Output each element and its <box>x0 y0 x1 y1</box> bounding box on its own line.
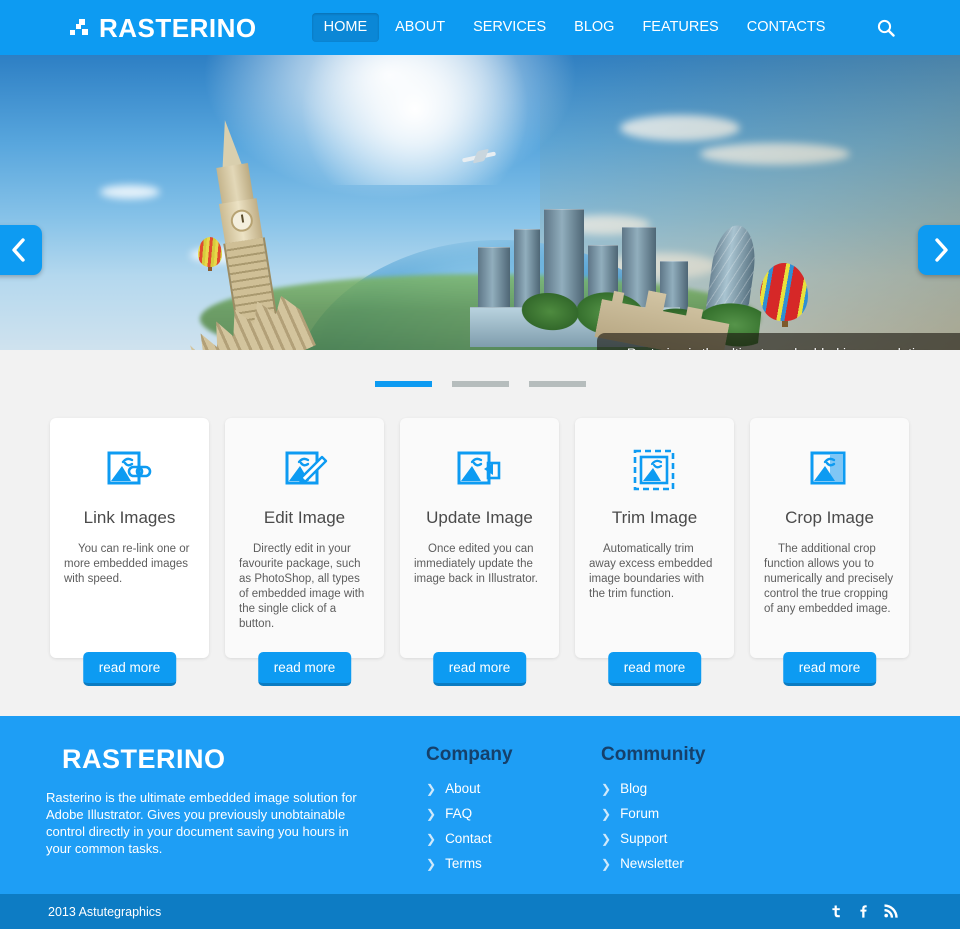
logo-text: RASTERINO <box>99 12 257 43</box>
read-more-button-update-image[interactable]: read more <box>432 652 527 686</box>
pager-bar-2[interactable] <box>451 381 509 387</box>
footer-link-contact[interactable]: ❯ Contact <box>426 831 601 846</box>
pager-bar-1[interactable] <box>374 381 432 387</box>
footer-link-label: Blog <box>620 781 648 796</box>
pager-bar-3[interactable] <box>528 381 586 387</box>
chevron-right-icon: ❯ <box>426 806 437 821</box>
footer-link-blog[interactable]: ❯ Blog <box>601 781 801 796</box>
footer-link-label: Terms <box>445 856 482 871</box>
raster-dots-icon <box>70 18 90 37</box>
site-logo[interactable]: RASTERINO <box>70 15 257 41</box>
feature-card-title: Trim Image <box>611 508 698 527</box>
slider-prev-button[interactable] <box>0 225 42 275</box>
footer-link-support[interactable]: ❯ Support <box>601 831 801 846</box>
feature-card-text: The additional crop function allows you … <box>764 543 894 615</box>
main-navigation: HOME ABOUT SERVICES BLOG FEATURES CONTAC… <box>311 12 838 43</box>
feature-card-text: Directly edit in your favourite package,… <box>239 543 365 630</box>
feature-card-link-images: Link Images You can re-link one or more … <box>50 418 209 686</box>
hero-slider: Rasterino is the ultimate embedded image… <box>0 55 960 350</box>
link-images-icon <box>106 448 154 492</box>
search-icon[interactable] <box>873 15 899 41</box>
site-footer: RASTERINO Rasterino is the ultimate embe… <box>0 716 960 894</box>
feature-card-title: Crop Image <box>785 508 874 527</box>
footer-link-about[interactable]: ❯ About <box>426 781 601 796</box>
trim-image-icon <box>631 448 679 492</box>
nav-item-features[interactable]: FEATURES <box>630 13 730 43</box>
footer-link-faq[interactable]: ❯ FAQ <box>426 806 601 821</box>
footer-logo-text: RASTERINO <box>62 744 226 774</box>
social-links <box>828 904 898 920</box>
nav-item-contacts[interactable]: CONTACTS <box>735 13 838 43</box>
feature-card-title: Edit Image <box>263 508 346 527</box>
page-root: RASTERINO HOME ABOUT SERVICES BLOG FEATU… <box>0 0 960 940</box>
footer-link-label: Forum <box>620 806 660 821</box>
feature-card-trim-image: Trim Image Automatically trim away exces… <box>575 418 734 686</box>
nav-item-about[interactable]: ABOUT <box>383 13 457 43</box>
copyright-bar: 2013 Astutegraphics <box>0 894 960 929</box>
footer-link-label: Newsletter <box>620 856 684 871</box>
chevron-right-icon: ❯ <box>601 831 612 846</box>
read-more-button-edit-image[interactable]: read more <box>257 652 352 686</box>
feature-card-title: Update Image <box>426 508 533 527</box>
chevron-left-icon <box>12 238 25 262</box>
footer-link-label: About <box>445 781 481 796</box>
feature-card-edit-image: Edit Image Directly edit in your favouri… <box>225 418 384 686</box>
footer-link-label: FAQ <box>445 806 473 821</box>
chevron-right-icon: ❯ <box>426 831 437 846</box>
footer-link-label: Support <box>620 831 668 846</box>
footer-about: RASTERINO Rasterino is the ultimate embe… <box>46 744 426 894</box>
nav-item-home[interactable]: HOME <box>311 12 380 43</box>
slider-next-button[interactable] <box>918 225 960 275</box>
read-more-button-link-images[interactable]: read more <box>82 652 177 686</box>
footer-link-terms[interactable]: ❯ Terms <box>426 856 601 871</box>
chevron-right-icon: ❯ <box>426 781 437 796</box>
feature-card-crop-image: Crop Image The additional crop function … <box>750 418 909 686</box>
twitter-icon[interactable] <box>828 904 844 920</box>
rss-icon[interactable] <box>882 904 898 920</box>
slider-pagination <box>0 350 960 418</box>
chevron-right-icon: ❯ <box>601 781 612 796</box>
slide-caption: Rasterino is the ultimate embedded image… <box>597 333 960 350</box>
crop-image-icon <box>806 448 854 492</box>
footer-link-newsletter[interactable]: ❯ Newsletter <box>601 856 801 871</box>
slide-caption-line1: Rasterino is the ultimate embedded image… <box>611 343 946 350</box>
chevron-right-icon <box>935 238 948 262</box>
hot-air-balloon-left <box>198 237 222 271</box>
site-header: RASTERINO HOME ABOUT SERVICES BLOG FEATU… <box>0 0 960 55</box>
feature-card-update-image: Update Image Once edited you can immedia… <box>400 418 559 686</box>
update-image-icon <box>456 448 504 492</box>
chevron-right-icon: ❯ <box>601 856 612 871</box>
footer-description: Rasterino is the ultimate embedded image… <box>46 790 357 856</box>
facebook-icon[interactable] <box>855 904 871 920</box>
feature-card-text: You can re-link one or more embedded ima… <box>64 543 190 585</box>
chevron-right-icon: ❯ <box>601 806 612 821</box>
feature-card-text: Once edited you can immediately update t… <box>414 543 539 585</box>
footer-link-label: Contact <box>445 831 492 846</box>
nav-item-blog[interactable]: BLOG <box>562 13 626 43</box>
footer-link-forum[interactable]: ❯ Forum <box>601 806 801 821</box>
slide-image-london-planet <box>0 55 960 350</box>
footer-heading-community: Community <box>601 744 706 765</box>
chevron-right-icon: ❯ <box>426 856 437 871</box>
nav-item-services[interactable]: SERVICES <box>461 13 558 43</box>
edit-image-icon <box>281 448 329 492</box>
read-more-button-crop-image[interactable]: read more <box>782 652 877 686</box>
feature-card-text: Automatically trim away excess embedded … <box>589 543 713 600</box>
footer-heading-company: Company <box>426 744 513 765</box>
footer-column-community: Community ❯ Blog ❯ Forum ❯ Support ❯ New… <box>601 744 801 894</box>
read-more-button-trim-image[interactable]: read more <box>607 652 702 686</box>
feature-cards: Link Images You can re-link one or more … <box>0 418 960 716</box>
hot-air-balloon-right <box>760 263 808 327</box>
footer-column-company: Company ❯ About ❯ FAQ ❯ Contact ❯ Terms <box>426 744 601 894</box>
copyright-text: 2013 Astutegraphics <box>48 904 162 919</box>
feature-card-title: Link Images <box>83 508 176 527</box>
